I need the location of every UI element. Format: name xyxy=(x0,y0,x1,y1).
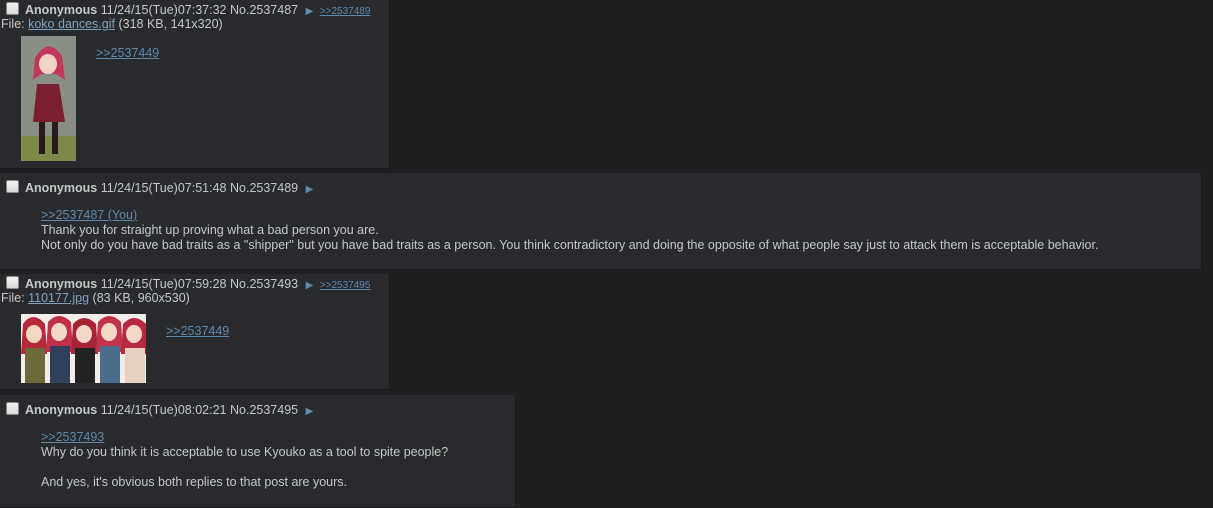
post-message: >>2537493 Why do you think it is accepta… xyxy=(41,430,448,490)
file-name-link[interactable]: koko dances.gif xyxy=(28,17,115,31)
backlink[interactable]: >>2537489 xyxy=(320,6,371,17)
message-line: And yes, it's obvious both replies to th… xyxy=(41,475,348,489)
post-datetime: 11/24/15(Tue)07:37:32 xyxy=(100,3,227,17)
poster-name: Anonymous xyxy=(25,3,98,17)
file-info: File: 110177.jpg (83 KB, 960x530) xyxy=(1,291,190,306)
file-label: File: xyxy=(1,17,25,31)
post-number[interactable]: No.2537487 xyxy=(230,3,298,17)
post-datetime: 11/24/15(Tue)07:51:48 xyxy=(100,181,227,195)
post-info: Anonymous 11/24/15(Tue)08:02:21 No.25374… xyxy=(5,402,313,419)
post-menu-arrow-icon[interactable]: ▶ xyxy=(306,280,314,291)
file-label: File: xyxy=(1,291,25,305)
backlink[interactable]: >>2537495 xyxy=(320,280,371,291)
post-message: >>2537487 (You) Thank you for straight u… xyxy=(41,208,1098,253)
quote-link[interactable]: >>2537487 (You) xyxy=(41,208,137,222)
post-datetime: 11/24/15(Tue)08:02:21 xyxy=(100,403,227,417)
poster-name: Anonymous xyxy=(25,277,98,291)
post-message: >>2537449 xyxy=(96,46,159,61)
post-number[interactable]: No.2537489 xyxy=(230,181,298,195)
reply-post-2537493: Anonymous 11/24/15(Tue)07:59:28 No.25374… xyxy=(0,274,390,390)
poster-name: Anonymous xyxy=(25,403,98,417)
file-thumbnail[interactable] xyxy=(21,36,76,161)
quote-link[interactable]: >>2537449 xyxy=(96,46,159,60)
post-number[interactable]: No.2537493 xyxy=(230,277,298,291)
reply-post-2537495: Anonymous 11/24/15(Tue)08:02:21 No.25374… xyxy=(0,395,516,508)
post-select-checkbox[interactable] xyxy=(6,2,19,15)
post-menu-arrow-icon[interactable]: ▶ xyxy=(306,406,314,417)
message-line: Why do you think it is acceptable to use… xyxy=(41,445,449,459)
quote-link[interactable]: >>2537449 xyxy=(166,324,229,338)
file-name-link[interactable]: 110177.jpg xyxy=(28,291,89,305)
post-menu-arrow-icon[interactable]: ▶ xyxy=(306,184,314,195)
post-select-checkbox[interactable] xyxy=(6,402,19,415)
quote-link[interactable]: >>2537493 xyxy=(41,430,104,444)
post-menu-arrow-icon[interactable]: ▶ xyxy=(306,6,314,17)
poster-name: Anonymous xyxy=(25,181,98,195)
file-meta: (318 KB, 141x320) xyxy=(118,17,223,31)
file-meta: (83 KB, 960x530) xyxy=(92,291,190,305)
post-number[interactable]: No.2537495 xyxy=(230,403,298,417)
post-select-checkbox[interactable] xyxy=(6,180,19,193)
file-info: File: koko dances.gif (318 KB, 141x320) xyxy=(1,17,223,32)
message-line: Thank you for straight up proving what a… xyxy=(41,223,379,237)
post-select-checkbox[interactable] xyxy=(6,276,19,289)
post-message: >>2537449 xyxy=(166,324,229,339)
reply-post-2537489: Anonymous 11/24/15(Tue)07:51:48 No.25374… xyxy=(0,173,1202,270)
file-thumbnail[interactable] xyxy=(21,314,146,383)
post-datetime: 11/24/15(Tue)07:59:28 xyxy=(100,277,227,291)
reply-post-2537487: Anonymous 11/24/15(Tue)07:37:32 No.25374… xyxy=(0,0,390,169)
message-line: Not only do you have bad traits as a "sh… xyxy=(41,238,1099,252)
post-info: Anonymous 11/24/15(Tue)07:51:48 No.25374… xyxy=(5,180,313,197)
